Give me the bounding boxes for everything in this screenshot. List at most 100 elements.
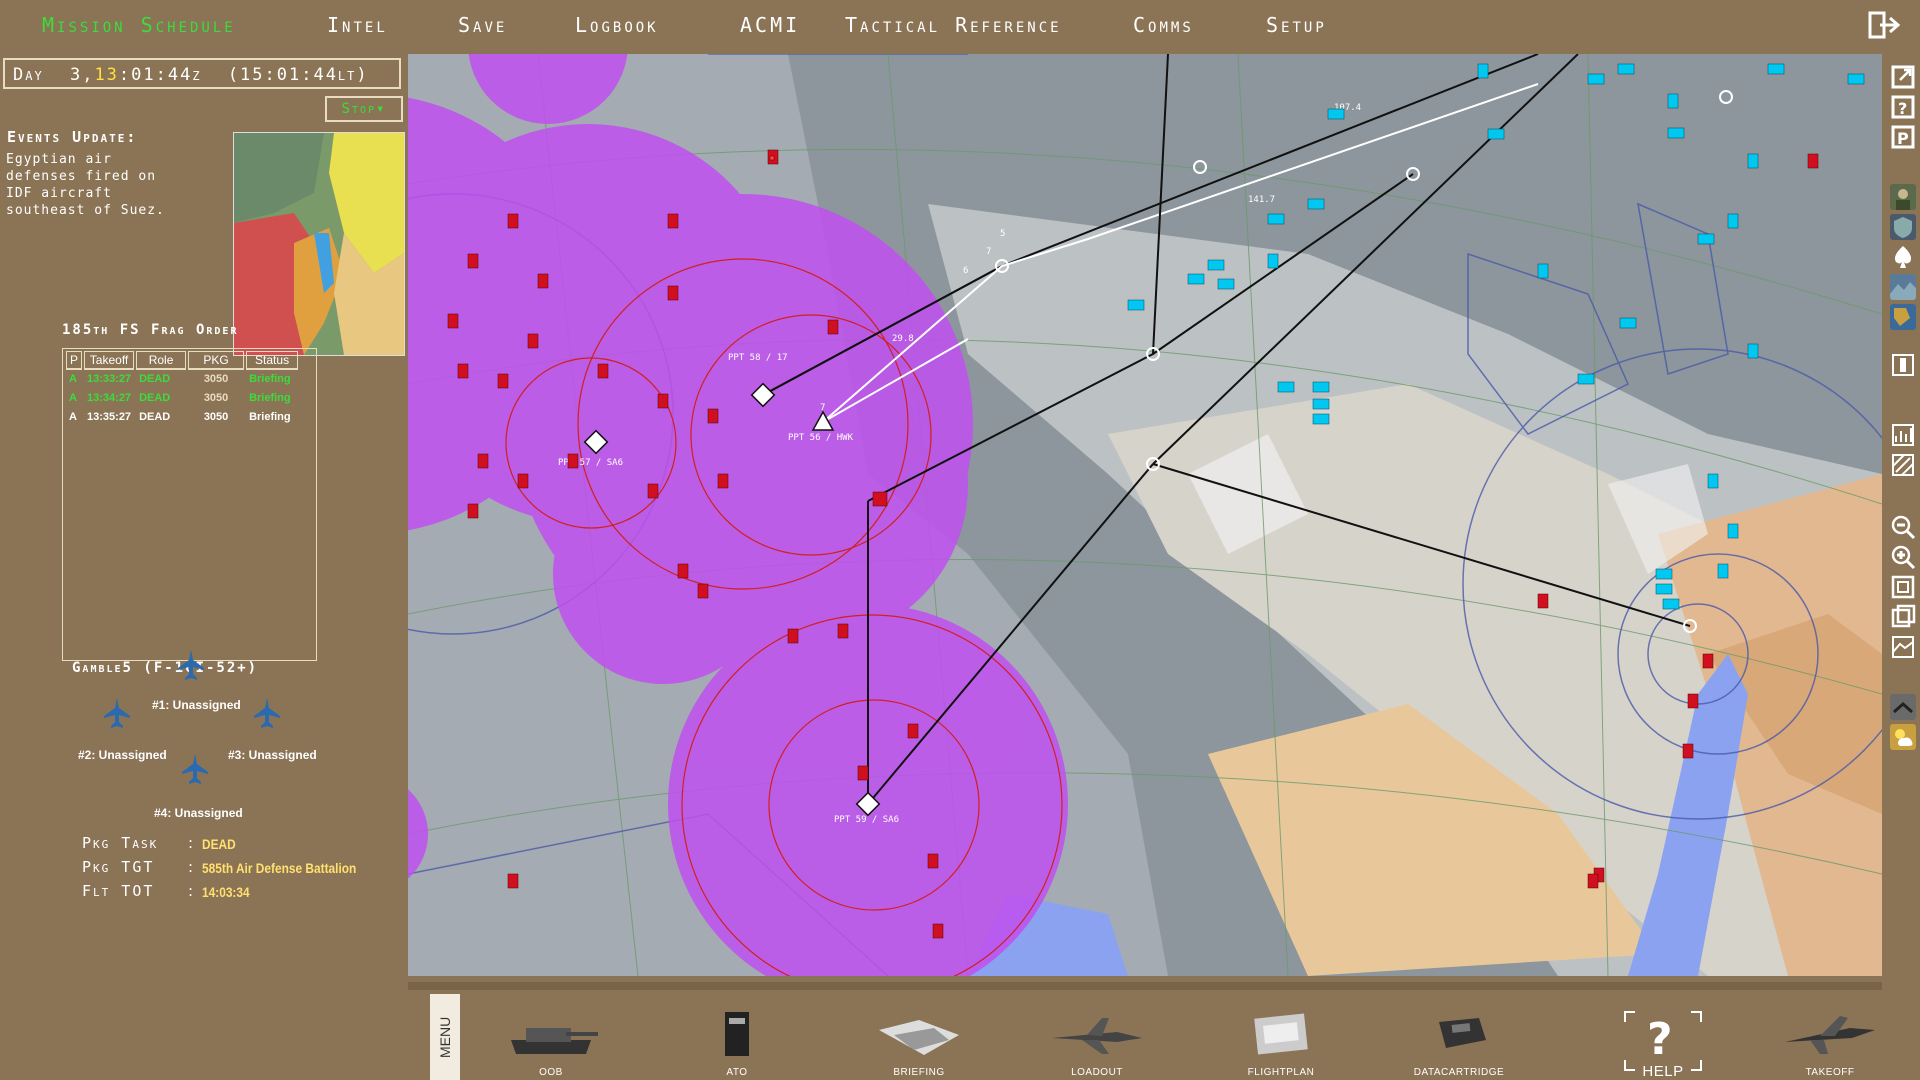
slot-4-label[interactable]: #4: Unassigned [154,806,243,820]
menu-comms[interactable]: Comms [1133,13,1194,37]
pkg-task-colon: : [188,834,194,852]
terrain-profile-icon[interactable] [1890,634,1916,660]
map-canvas[interactable]: PPT 58 / 17 PPT 57 / SA6 PPT 56 / HWK PP… [408,54,1882,976]
weather-icon[interactable] [1890,724,1916,750]
jet-slot-3-icon[interactable] [254,698,280,728]
pkg-task-label: Pkg Task [82,834,159,852]
window-icon[interactable] [1890,604,1916,630]
oob-label: OOB [539,1067,563,1078]
ato-button[interactable]: ATO [682,1010,792,1080]
row-p: A [69,373,77,385]
row-takeoff: 13:33:27 [87,373,132,385]
export-icon[interactable] [1890,64,1916,90]
col-pkg[interactable]: PKG [188,351,245,370]
clock-day: 3 [69,65,83,85]
loadout-button[interactable]: LOADOUT [1042,1010,1152,1080]
menu-logbook[interactable]: Logbook [575,13,659,37]
ato-book-icon [725,1012,749,1056]
parking-icon[interactable]: P [1890,124,1916,150]
jet-slot-2-icon[interactable] [104,698,130,728]
menu-tab[interactable]: MENU [430,994,460,1080]
col-takeoff[interactable]: Takeoff [84,351,135,370]
menu-setup[interactable]: Setup [1266,13,1327,37]
left-panel: Day 3,13:01:44z (15:01:44lt) Stop▾ Event… [0,54,408,1080]
table-row[interactable]: A 13:33:27 DEAD 3050 Briefing [66,370,298,389]
oob-button[interactable]: OOB [496,1010,606,1080]
hatch-icon[interactable] [1890,452,1916,478]
table-row[interactable]: A 13:35:27 DEAD 3050 Briefing [66,408,298,427]
time-compression-button[interactable]: Stop▾ [325,96,403,122]
frag-order-list[interactable]: P Takeoff Role PKG Status A 13:33:27 DEA… [62,348,317,661]
fit-icon[interactable] [1890,574,1916,600]
label-wp-7: 7 [986,247,991,257]
menu-acmi[interactable]: ACMI [740,13,800,37]
top-menu-bar: Mission Schedule Intel Save Logbook ACMI… [0,0,1920,50]
shield-icon[interactable] [1890,214,1916,240]
row-status: Briefing [249,392,291,404]
takeoff-label: TAKEOFF [1805,1067,1855,1078]
label-wp-7b: 7 [820,403,825,413]
label-ppt59[interactable]: PPT 59 / SA6 [834,815,899,825]
help-icon[interactable]: ? [1890,94,1916,120]
terrain-icon[interactable] [1890,274,1916,300]
menu-intel[interactable]: Intel [327,13,388,37]
data-layer-icon[interactable] [1890,694,1916,720]
frag-order-table: P Takeoff Role PKG Status A 13:33:27 DEA… [64,351,300,427]
zoom-in-icon[interactable] [1890,544,1916,570]
menu-mission-schedule[interactable]: Mission Schedule [42,13,236,37]
zoom-out-icon[interactable] [1890,514,1916,540]
flt-tot-value: 14:03:34 [202,884,250,900]
label-ppt56[interactable]: PPT 56 / HWK [788,433,854,443]
takeoff-jet-icon [1785,1016,1875,1054]
flt-tot-label: Flt TOT [82,882,155,900]
label-wp-6: 6 [963,266,968,276]
loadout-jet-icon [1052,1018,1142,1054]
slot-1-label[interactable]: #1: Unassigned [152,698,241,712]
col-status[interactable]: Status [246,351,299,370]
label-ppt58[interactable]: PPT 58 / 17 [728,353,788,363]
briefing-papers-icon [879,1020,959,1055]
pkg-tgt-colon: : [188,858,194,876]
menu-tactical-reference[interactable]: Tactical Reference [845,13,1062,37]
row-status: Briefing [249,411,291,423]
clock-local: (15:01:44lt) [227,65,369,85]
datacartridge-button[interactable]: DATACARTRIDGE [1404,1010,1514,1080]
tank-icon [511,1028,598,1054]
campaign-map[interactable]: PPT 58 / 17 PPT 57 / SA6 PPT 56 / HWK PP… [408,54,1882,976]
flightplan-label: FLIGHTPLAN [1247,1067,1315,1078]
flightplan-button[interactable]: FLIGHTPLAN [1226,1010,1336,1080]
bottom-separator [408,982,1882,990]
row-role: DEAD [139,373,171,385]
pkg-tgt-value: 585th Air Defense Battalion [202,860,357,876]
chart-icon[interactable] [1890,422,1916,448]
jet-slot-1-icon[interactable] [178,650,204,680]
flight-name: Gamble5 (F-16I-52+) [72,660,259,676]
svg-text:P: P [1897,129,1909,148]
col-role[interactable]: Role [136,351,187,370]
map-layer-icon[interactable] [1890,304,1916,330]
spade-icon[interactable] [1890,244,1916,270]
row-pkg: 3050 [203,411,229,423]
clock-hour: 13 [94,65,119,85]
events-title: Events Update: [7,128,138,146]
help-button[interactable]: ? HELP [1608,1010,1718,1080]
svg-text:?: ? [1898,99,1907,118]
slot-3-label[interactable]: #3: Unassigned [228,748,317,762]
briefing-button[interactable]: BRIEFING [864,1010,974,1080]
slot-2-label[interactable]: #2: Unassigned [78,748,167,762]
table-row[interactable]: A 13:34:27 DEAD 3050 Briefing [66,389,298,408]
takeoff-button[interactable]: TAKEOFF [1775,1010,1885,1080]
intel-mini-map[interactable] [233,132,405,356]
menu-save[interactable]: Save [458,13,507,37]
col-p[interactable]: P [66,351,83,370]
exit-icon[interactable] [1868,10,1900,40]
airbase-icon[interactable] [1890,352,1916,378]
row-p: A [69,411,77,423]
clock-day-label: Day [13,65,44,85]
pilot-icon[interactable] [1890,184,1916,210]
datacartridge-label: DATACARTRIDGE [1413,1067,1505,1078]
clock-zulu: :01:44z [118,65,202,85]
loadout-label: LOADOUT [1071,1067,1123,1078]
row-takeoff: 13:34:27 [87,392,132,404]
jet-slot-4-icon[interactable] [182,754,208,784]
